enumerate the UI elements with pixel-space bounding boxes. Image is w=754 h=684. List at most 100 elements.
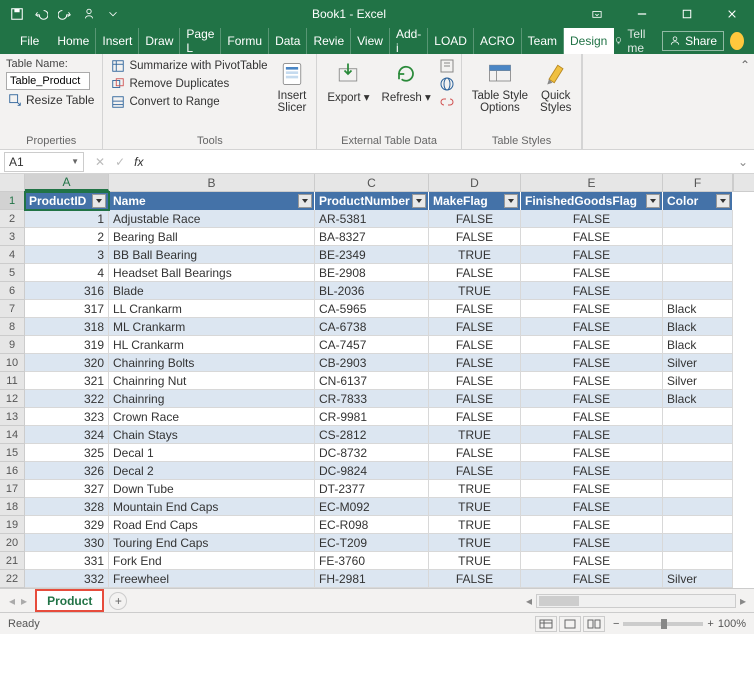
- cell[interactable]: FH-2981: [315, 570, 429, 588]
- cell[interactable]: 2: [25, 228, 109, 246]
- cell[interactable]: [663, 408, 733, 426]
- row-header[interactable]: 3: [0, 228, 25, 246]
- table-header-color[interactable]: Color: [663, 192, 733, 210]
- tab-acro[interactable]: ACRO: [474, 28, 522, 54]
- cell[interactable]: Silver: [663, 372, 733, 390]
- cell[interactable]: Blade: [109, 282, 315, 300]
- convert-range-button[interactable]: Convert to Range: [109, 94, 269, 110]
- cell[interactable]: TRUE: [429, 498, 521, 516]
- cell[interactable]: AR-5381: [315, 210, 429, 228]
- page-layout-view-icon[interactable]: [559, 616, 581, 632]
- row-header[interactable]: 12: [0, 390, 25, 408]
- cell[interactable]: FALSE: [521, 444, 663, 462]
- refresh-button[interactable]: Refresh ▾: [378, 58, 435, 106]
- cell[interactable]: CA-6738: [315, 318, 429, 336]
- cell[interactable]: BB Ball Bearing: [109, 246, 315, 264]
- cell[interactable]: Headset Ball Bearings: [109, 264, 315, 282]
- cell[interactable]: Chain Stays: [109, 426, 315, 444]
- cell[interactable]: Chainring Nut: [109, 372, 315, 390]
- cell[interactable]: 317: [25, 300, 109, 318]
- cell[interactable]: FALSE: [429, 462, 521, 480]
- row-header[interactable]: 18: [0, 498, 25, 516]
- minimize-icon[interactable]: [619, 0, 664, 28]
- cell[interactable]: 323: [25, 408, 109, 426]
- cell[interactable]: BE-2908: [315, 264, 429, 282]
- expand-formula-icon[interactable]: ⌄: [732, 155, 754, 169]
- row-header[interactable]: 13: [0, 408, 25, 426]
- add-sheet-button[interactable]: +: [109, 592, 127, 610]
- formula-input[interactable]: [149, 152, 731, 172]
- row-header[interactable]: 16: [0, 462, 25, 480]
- column-header-A[interactable]: A: [25, 174, 109, 191]
- cell[interactable]: 328: [25, 498, 109, 516]
- zoom-level[interactable]: 100%: [718, 618, 746, 630]
- sheet-prev-icon[interactable]: ◂: [6, 594, 18, 608]
- cell[interactable]: [663, 552, 733, 570]
- filter-dropdown-icon[interactable]: [412, 194, 426, 208]
- cell[interactable]: 321: [25, 372, 109, 390]
- cell[interactable]: FALSE: [521, 408, 663, 426]
- close-icon[interactable]: [709, 0, 754, 28]
- cell[interactable]: Down Tube: [109, 480, 315, 498]
- cell[interactable]: DT-2377: [315, 480, 429, 498]
- save-icon[interactable]: [6, 3, 28, 25]
- row-header[interactable]: 1: [0, 192, 25, 210]
- cell[interactable]: Adjustable Race: [109, 210, 315, 228]
- cell[interactable]: CB-2903: [315, 354, 429, 372]
- ribbon-options-icon[interactable]: [574, 0, 619, 28]
- tab-data[interactable]: Data: [269, 28, 307, 54]
- cell[interactable]: FALSE: [521, 300, 663, 318]
- row-header[interactable]: 11: [0, 372, 25, 390]
- row-header[interactable]: 21: [0, 552, 25, 570]
- tab-add-i[interactable]: Add-i: [390, 28, 428, 54]
- cell[interactable]: TRUE: [429, 282, 521, 300]
- cell[interactable]: DC-9824: [315, 462, 429, 480]
- summarize-pivot-button[interactable]: Summarize with PivotTable: [109, 58, 269, 74]
- cell[interactable]: Mountain End Caps: [109, 498, 315, 516]
- table-header-name[interactable]: Name: [109, 192, 315, 210]
- cell[interactable]: FALSE: [521, 426, 663, 444]
- maximize-icon[interactable]: [664, 0, 709, 28]
- zoom-in-icon[interactable]: +: [707, 618, 713, 630]
- cell[interactable]: HL Crankarm: [109, 336, 315, 354]
- row-header[interactable]: 2: [0, 210, 25, 228]
- cell[interactable]: FALSE: [429, 228, 521, 246]
- resize-table-button[interactable]: Resize Table: [6, 92, 96, 108]
- cell[interactable]: FALSE: [429, 318, 521, 336]
- tab-revie[interactable]: Revie: [307, 28, 351, 54]
- cell[interactable]: FALSE: [429, 444, 521, 462]
- cell[interactable]: FALSE: [429, 570, 521, 588]
- cell[interactable]: EC-M092: [315, 498, 429, 516]
- name-box-dropdown-icon[interactable]: ▼: [71, 157, 79, 166]
- cell[interactable]: 324: [25, 426, 109, 444]
- tell-me[interactable]: Tell me: [614, 27, 656, 55]
- cell[interactable]: 3: [25, 246, 109, 264]
- cell[interactable]: Touring End Caps: [109, 534, 315, 552]
- table-header-finishedgoodsflag[interactable]: FinishedGoodsFlag: [521, 192, 663, 210]
- cell[interactable]: TRUE: [429, 480, 521, 498]
- table-name-input[interactable]: [6, 72, 90, 90]
- filter-dropdown-icon[interactable]: [716, 194, 730, 208]
- cell[interactable]: TRUE: [429, 552, 521, 570]
- cell[interactable]: [663, 282, 733, 300]
- tab-view[interactable]: View: [351, 28, 390, 54]
- tab-formu[interactable]: Formu: [221, 28, 269, 54]
- cell[interactable]: FALSE: [429, 354, 521, 372]
- cell[interactable]: [663, 264, 733, 282]
- cell[interactable]: 332: [25, 570, 109, 588]
- cell[interactable]: 320: [25, 354, 109, 372]
- tab-draw[interactable]: Draw: [139, 28, 180, 54]
- cell[interactable]: 319: [25, 336, 109, 354]
- cell[interactable]: EC-T209: [315, 534, 429, 552]
- cell[interactable]: [663, 426, 733, 444]
- select-all-corner[interactable]: [0, 174, 25, 191]
- cell[interactable]: ML Crankarm: [109, 318, 315, 336]
- cell[interactable]: 327: [25, 480, 109, 498]
- cell[interactable]: Freewheel: [109, 570, 315, 588]
- row-header[interactable]: 4: [0, 246, 25, 264]
- cell[interactable]: FALSE: [521, 336, 663, 354]
- row-header[interactable]: 20: [0, 534, 25, 552]
- cell[interactable]: FALSE: [521, 210, 663, 228]
- cell[interactable]: 329: [25, 516, 109, 534]
- cell[interactable]: LL Crankarm: [109, 300, 315, 318]
